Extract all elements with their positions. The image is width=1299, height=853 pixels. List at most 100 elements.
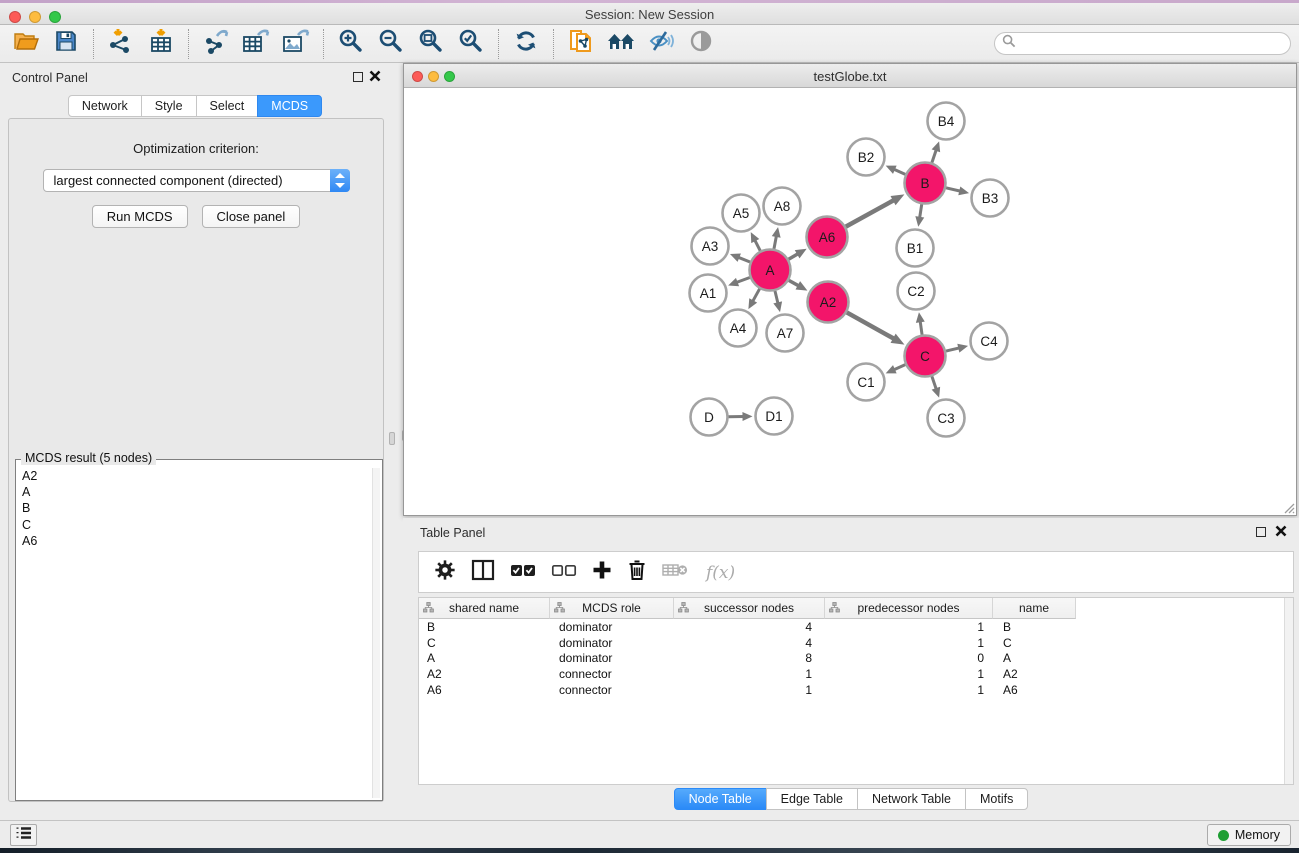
tab-node-table[interactable]: Node Table [674, 788, 767, 810]
graph-edge-A-A1[interactable] [728, 277, 750, 286]
graph-node-A5[interactable]: A5 [723, 195, 760, 232]
graph-node-C3[interactable]: C3 [928, 400, 965, 437]
graph-edge-B-B2[interactable] [886, 166, 906, 175]
duplicate-network-button[interactable] [561, 28, 601, 60]
graph-node-C4[interactable]: C4 [971, 323, 1008, 360]
tab-mcds[interactable]: MCDS [257, 95, 322, 117]
mcds-result-item[interactable]: A [22, 484, 371, 500]
cell-successor_nodes[interactable]: 4 [674, 620, 825, 634]
graph-node-B3[interactable]: B3 [972, 180, 1009, 217]
cell-mcds_role[interactable]: dominator [550, 620, 674, 634]
zoom-fit-button[interactable] [411, 28, 451, 60]
cell-predecessor_nodes[interactable]: 0 [825, 651, 993, 665]
table-row[interactable]: A6connector11A6 [419, 682, 1293, 698]
show-hidden-button[interactable] [681, 28, 721, 60]
graph-node-A4[interactable]: A4 [720, 310, 757, 347]
graph-node-A7[interactable]: A7 [767, 315, 804, 352]
graph-node-B2[interactable]: B2 [848, 139, 885, 176]
save-session-button[interactable] [46, 28, 86, 60]
node-table-scrollbar[interactable] [1284, 598, 1293, 784]
mcds-result-list[interactable]: A2ABCA6 [18, 468, 371, 798]
import-table-button[interactable] [141, 28, 181, 60]
cell-mcds_role[interactable]: connector [550, 683, 674, 697]
vertical-splitter-grip[interactable] [389, 432, 395, 445]
tab-edge-table[interactable]: Edge Table [766, 788, 858, 810]
tab-network-table[interactable]: Network Table [857, 788, 966, 810]
network-window-titlebar[interactable]: testGlobe.txt [404, 64, 1296, 88]
mcds-result-scrollbar[interactable] [372, 468, 380, 798]
table-row[interactable]: Cdominator41C [419, 635, 1293, 651]
table-settings-button[interactable] [434, 559, 456, 586]
graph-edge-A-A8[interactable] [772, 227, 781, 249]
column-header-shared-name[interactable]: shared name [419, 598, 550, 619]
cell-successor_nodes[interactable]: 1 [674, 667, 825, 681]
mcds-result-item[interactable]: A2 [22, 468, 371, 484]
tab-network[interactable]: Network [68, 95, 142, 117]
cell-shared_name[interactable]: A6 [419, 683, 550, 697]
export-image-button[interactable] [276, 28, 316, 60]
cell-shared_name[interactable]: C [419, 636, 550, 650]
search-field[interactable] [994, 32, 1291, 55]
cell-successor_nodes[interactable]: 8 [674, 651, 825, 665]
delete-table-button[interactable] [662, 562, 688, 583]
graph-node-C[interactable]: C [905, 336, 946, 377]
graph-edge-B-B4[interactable] [932, 141, 941, 162]
graph-edge-A-A6[interactable] [789, 249, 807, 259]
close-panel-icon[interactable] [369, 70, 381, 82]
graph-edge-B-B1[interactable] [915, 204, 924, 227]
search-input[interactable] [1021, 37, 1271, 51]
mcds-result-item[interactable]: B [22, 500, 371, 516]
graph-node-B1[interactable]: B1 [897, 230, 934, 267]
mcds-result-item[interactable]: A6 [22, 533, 371, 549]
table-row[interactable]: A2connector11A2 [419, 666, 1293, 682]
cell-name[interactable]: A2 [993, 667, 1076, 681]
select-all-button[interactable] [510, 562, 536, 583]
float-table-panel-icon[interactable] [1256, 527, 1266, 537]
graph-edge-A-A4[interactable] [748, 289, 759, 309]
cell-name[interactable]: A6 [993, 683, 1076, 697]
graph-node-A2[interactable]: A2 [808, 282, 849, 323]
graph-edge-A-A5[interactable] [751, 232, 761, 251]
cell-mcds_role[interactable]: dominator [550, 651, 674, 665]
import-network-button[interactable] [101, 28, 141, 60]
add-column-button[interactable] [592, 560, 612, 585]
close-panel-button[interactable]: Close panel [202, 205, 301, 228]
column-visibility-button[interactable] [471, 559, 495, 586]
deselect-all-button[interactable] [551, 562, 577, 583]
graph-edge-C-C2[interactable] [916, 312, 925, 334]
graph-edge-A2-C[interactable] [847, 312, 905, 344]
cell-mcds_role[interactable]: dominator [550, 636, 674, 650]
memory-status-button[interactable]: Memory [1207, 824, 1291, 846]
criterion-select[interactable]: largest connected component (directed) [43, 169, 350, 192]
graph-node-D[interactable]: D [691, 399, 728, 436]
mcds-result-item[interactable]: C [22, 517, 371, 533]
first-neighbors-button[interactable] [601, 28, 641, 60]
cell-predecessor_nodes[interactable]: 1 [825, 667, 993, 681]
graph-edge-A-A7[interactable] [773, 291, 782, 312]
close-table-panel-icon[interactable] [1275, 525, 1287, 537]
hide-selected-button[interactable] [641, 28, 681, 60]
zoom-selected-button[interactable] [451, 28, 491, 60]
graph-node-C2[interactable]: C2 [898, 273, 935, 310]
graph-node-A8[interactable]: A8 [764, 188, 801, 225]
delete-column-button[interactable] [627, 559, 647, 586]
table-row[interactable]: Adominator80A [419, 650, 1293, 666]
graph-edge-A-A2[interactable] [789, 280, 808, 290]
cell-successor_nodes[interactable]: 1 [674, 683, 825, 697]
cell-shared_name[interactable]: A [419, 651, 550, 665]
task-history-button[interactable] [10, 824, 37, 846]
column-header-successor-nodes[interactable]: successor nodes [674, 598, 825, 619]
graph-node-A3[interactable]: A3 [692, 228, 729, 265]
graph-edge-A-A3[interactable] [730, 254, 750, 262]
graph-node-B[interactable]: B [905, 163, 946, 204]
column-header-mcds-role[interactable]: MCDS role [550, 598, 674, 619]
graph-edge-B-B3[interactable] [946, 187, 969, 196]
cell-predecessor_nodes[interactable]: 1 [825, 636, 993, 650]
function-builder-button[interactable]: f(x) [703, 559, 743, 585]
cell-predecessor_nodes[interactable]: 1 [825, 620, 993, 634]
window-resize-grip[interactable] [1281, 500, 1295, 514]
network-canvas[interactable]: AA1A2A3A4A5A6A7A8BB1B2B3B4CC1C2C3C4DD1 [404, 88, 1296, 515]
cell-name[interactable]: C [993, 636, 1076, 650]
graph-node-A1[interactable]: A1 [690, 275, 727, 312]
cell-successor_nodes[interactable]: 4 [674, 636, 825, 650]
